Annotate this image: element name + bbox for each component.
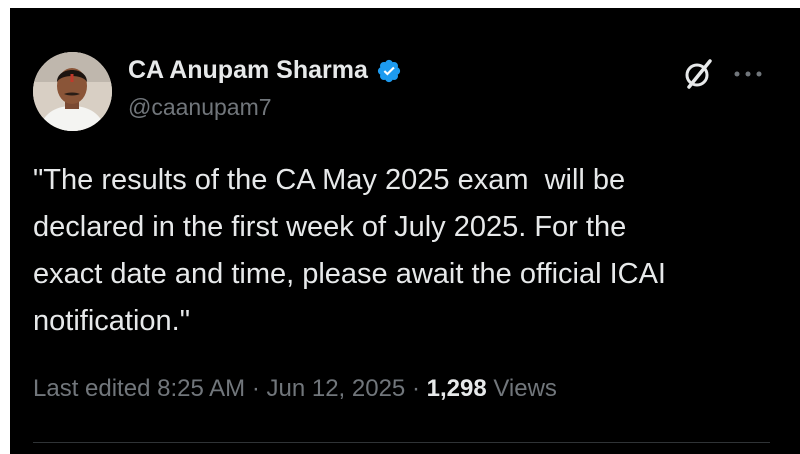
edited-label[interactable]: Last edited [33,375,150,402]
tweet-text: "The results of the CA May 2025 exam wil… [33,164,666,337]
tweet-date[interactable]: Jun 12, 2025 [266,375,405,402]
views-count: 1,298 [426,375,487,402]
tweet-meta: Last edited 8:25 AM · Jun 12, 2025 · 1,2… [33,375,557,403]
divider [33,442,770,443]
grok-icon[interactable] [680,56,716,92]
meta-separator: · [245,375,267,402]
views-label: Views [493,375,557,402]
tweet-card: CA Anupam Sharma @caanupam7 "The results… [10,8,800,454]
author-display-name[interactable]: CA Anupam Sharma [128,56,368,85]
meta-separator: · [405,375,427,402]
author-display-name-row[interactable]: CA Anupam Sharma [128,56,402,85]
more-options-icon[interactable] [732,64,764,84]
verified-badge-icon [377,59,400,82]
author-handle[interactable]: @caanupam7 [128,94,272,121]
avatar[interactable] [33,52,112,131]
tweet-time[interactable]: 8:25 AM [157,375,245,402]
